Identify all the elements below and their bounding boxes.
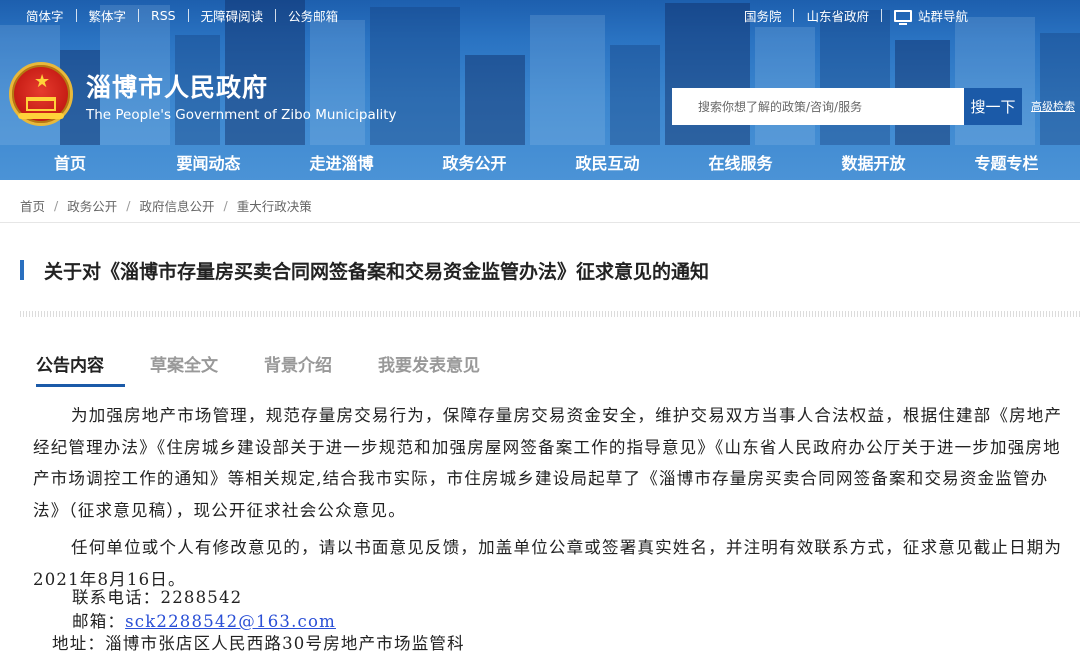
top-utility-bar: 简体字 繁体字 RSS 无障碍阅读 公务邮箱 国务院 山东省政府 站群导航 [0, 0, 1080, 30]
search-input[interactable] [672, 88, 964, 125]
contact-email: 邮箱：sck2288542@163.com [72, 608, 336, 632]
header-banner: 简体字 繁体字 RSS 无障碍阅读 公务邮箱 国务院 山东省政府 站群导航 ★ … [0, 0, 1080, 180]
link-site-nav[interactable]: 站群导航 [882, 6, 980, 25]
nav-about-zibo[interactable]: 走进淄博 [275, 150, 408, 174]
nav-online-service[interactable]: 在线服务 [674, 150, 807, 174]
breadcrumb-gov-affairs[interactable]: 政务公开 [67, 196, 117, 215]
active-tab-indicator [36, 384, 125, 387]
link-shandong-gov[interactable]: 山东省政府 [794, 6, 881, 25]
tab-draft-full-text[interactable]: 草案全文 [150, 351, 218, 376]
nav-special-topics[interactable]: 专题专栏 [940, 150, 1073, 174]
breadcrumb-divider [0, 222, 1080, 223]
site-title: 淄博市人民政府 [86, 73, 269, 102]
email-link[interactable]: sck2288542@163.com [125, 612, 336, 631]
link-simplified[interactable]: 简体字 [14, 6, 76, 25]
link-rss[interactable]: RSS [139, 8, 188, 23]
phone-number: 2288542 [160, 588, 243, 607]
article-title: 关于对《淄博市存量房买卖合同网签备案和交易资金监管办法》征求意见的通知 [44, 261, 710, 283]
advanced-search-link[interactable]: 高级检索 [1031, 98, 1075, 114]
search-button[interactable]: 搜一下 [964, 88, 1022, 125]
breadcrumb-info-disclosure[interactable]: 政府信息公开 [139, 196, 214, 215]
breadcrumb-separator: / [54, 198, 59, 213]
nav-interaction[interactable]: 政民互动 [541, 150, 674, 174]
site-nav-label: 站群导航 [917, 9, 968, 24]
content-tabs: 公告内容 草案全文 背景介绍 我要发表意见 [36, 351, 526, 376]
paragraph-intro: 为加强房地产市场管理，规范存量房交易行为，保障存量房交易资金安全，维护交易双方当… [33, 406, 1063, 520]
link-official-mail[interactable]: 公务邮箱 [276, 6, 350, 25]
contact-phone: 联系电话：2288542 [72, 584, 242, 608]
nav-open-data[interactable]: 数据开放 [807, 150, 940, 174]
monitor-icon [893, 10, 912, 25]
email-label: 邮箱： [72, 612, 126, 631]
address-label: 地址： [52, 634, 106, 653]
nav-news[interactable]: 要闻动态 [142, 150, 275, 174]
address-text: 淄博市张店区人民西路30号房地产市场监管科 [105, 634, 465, 653]
nav-gov-affairs[interactable]: 政务公开 [408, 150, 541, 174]
contact-address: 地址：淄博市张店区人民西路30号房地产市场监管科 [52, 630, 465, 654]
link-state-council[interactable]: 国务院 [732, 6, 794, 25]
breadcrumb-major-decision[interactable]: 重大行政决策 [237, 196, 312, 215]
tab-background[interactable]: 背景介绍 [264, 351, 332, 376]
breadcrumb-separator: / [223, 198, 228, 213]
link-traditional[interactable]: 繁体字 [77, 6, 139, 25]
breadcrumb: 首页 / 政务公开 / 政府信息公开 / 重大行政决策 [20, 196, 312, 215]
top-right-links: 国务院 山东省政府 站群导航 [732, 6, 980, 25]
tab-submit-opinion[interactable]: 我要发表意见 [378, 351, 480, 376]
nav-home[interactable]: 首页 [0, 150, 86, 174]
title-accent-bar [20, 260, 24, 280]
national-emblem-icon: ★ [9, 62, 73, 126]
site-subtitle: The People's Government of Zibo Municipa… [86, 107, 397, 123]
main-nav: 首页 要闻动态 走进淄博 政务公开 政民互动 在线服务 数据开放 专题专栏 [0, 143, 1080, 180]
tab-announcement[interactable]: 公告内容 [36, 351, 104, 376]
link-accessibility[interactable]: 无障碍阅读 [189, 6, 276, 25]
phone-label: 联系电话： [72, 588, 161, 607]
breadcrumb-separator: / [126, 198, 131, 213]
dotted-divider [20, 311, 1080, 317]
top-left-links: 简体字 繁体字 RSS 无障碍阅读 公务邮箱 [14, 6, 350, 25]
breadcrumb-home[interactable]: 首页 [20, 196, 45, 215]
